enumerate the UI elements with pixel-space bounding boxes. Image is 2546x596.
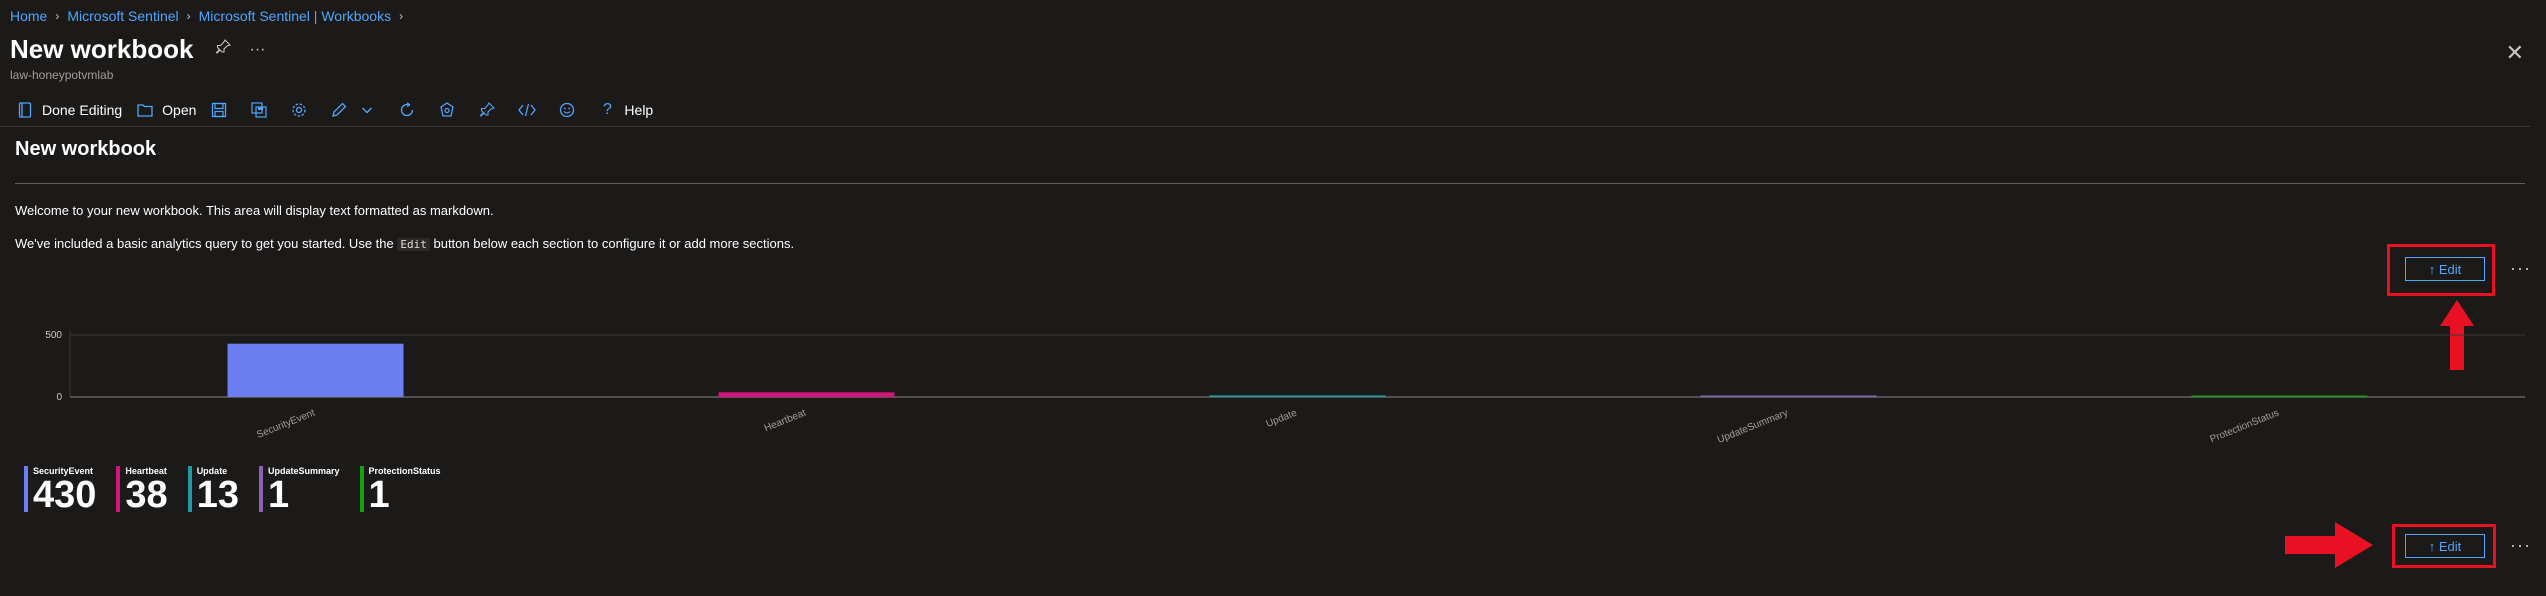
save-as-icon[interactable] <box>250 101 268 119</box>
markdown-line-2-post: button below each section to configure i… <box>433 236 795 251</box>
stat-tiles: SecurityEvent 430 Heartbeat 38 Update 13 Updat… <box>24 466 461 516</box>
help-icon: ? <box>602 101 612 118</box>
share-icon[interactable] <box>438 101 456 119</box>
breadcrumb: Home › Microsoft Sentinel › Microsoft Se… <box>10 8 411 24</box>
chevron-right-icon: › <box>55 9 60 23</box>
pin-icon[interactable] <box>478 101 496 119</box>
page-subtitle: law-honeypotvmlab <box>10 68 114 82</box>
toolbar-divider <box>0 126 2530 127</box>
breadcrumb-home[interactable]: Home <box>10 8 47 24</box>
toolbar: Done Editing Open ? Help <box>16 98 667 122</box>
stat-tile: UpdateSummary 1 <box>258 466 340 516</box>
settings-icon[interactable] <box>290 101 308 119</box>
tile-body: UpdateSummary 1 <box>267 466 340 516</box>
markdown-line-2-pre: We've included a basic analytics query t… <box>15 236 394 251</box>
code-icon[interactable] <box>518 101 537 119</box>
title-row: New workbook ··· <box>10 34 265 65</box>
tile-value: 430 <box>33 474 97 516</box>
tile-color-bar <box>24 466 28 512</box>
stat-tile: SecurityEvent 430 <box>24 466 97 516</box>
edit-icon[interactable] <box>330 101 348 119</box>
more-icon[interactable]: ··· <box>2510 258 2531 279</box>
heading-rule <box>15 183 2525 184</box>
tile-value: 13 <box>196 474 239 516</box>
y-tick-label: 500 <box>45 330 62 341</box>
feedback-icon[interactable] <box>558 101 576 119</box>
tile-value: 38 <box>125 474 168 516</box>
page-title: New workbook <box>10 34 194 64</box>
close-icon[interactable]: ✕ <box>2506 40 2524 66</box>
tile-body: SecurityEvent 430 <box>33 466 97 516</box>
help-label: Help <box>624 102 654 118</box>
x-tick-label: ProtectionStatus <box>2208 408 2280 446</box>
bar-securityevent <box>227 343 404 397</box>
more-icon[interactable]: ··· <box>2510 535 2531 556</box>
tile-body: ProtectionStatus 1 <box>368 466 441 516</box>
tile-value: 1 <box>267 474 290 516</box>
workbook-heading: New workbook <box>15 138 157 160</box>
bar-chart: 0 500 SecurityEvent Heartbeat Update UpdateSu… <box>45 330 2525 446</box>
done-editing-button[interactable]: Done Editing <box>16 101 122 119</box>
bar-heartbeat <box>718 392 895 397</box>
bar-update <box>1209 395 1386 397</box>
chevron-right-icon: › <box>399 9 404 23</box>
y-tick-label: 0 <box>56 392 62 403</box>
red-arrow-right-icon <box>2285 522 2373 568</box>
edit-button-markdown[interactable]: ↑ Edit <box>2405 257 2485 281</box>
stat-tile: ProtectionStatus 1 <box>359 466 441 516</box>
done-editing-icon <box>16 101 34 119</box>
pin-icon[interactable] <box>215 39 232 60</box>
x-tick-label: SecurityEvent <box>255 408 317 441</box>
done-editing-label: Done Editing <box>42 102 123 118</box>
save-icon[interactable] <box>210 101 228 119</box>
tile-body: Heartbeat 38 <box>125 466 168 516</box>
tile-color-bar <box>258 466 263 512</box>
open-label: Open <box>162 102 197 118</box>
bar-updatesummary <box>1700 395 1877 397</box>
chevron-down-icon[interactable] <box>358 101 376 119</box>
refresh-icon[interactable] <box>398 101 416 119</box>
markdown-code-edit: Edit <box>397 238 430 251</box>
tile-body: Update 13 <box>196 466 239 516</box>
tile-color-bar <box>116 466 121 512</box>
open-icon <box>136 101 154 119</box>
open-button[interactable]: Open <box>136 101 196 119</box>
x-tick-label: Heartbeat <box>763 408 808 435</box>
breadcrumb-sentinel[interactable]: Microsoft Sentinel <box>67 8 178 24</box>
x-tick-label: Update <box>1265 407 1299 429</box>
chevron-right-icon: › <box>186 9 191 23</box>
edit-button-query[interactable]: ↑ Edit <box>2405 534 2485 558</box>
stat-tile: Heartbeat 38 <box>116 466 168 516</box>
breadcrumb-workbooks[interactable]: Microsoft Sentinel | Workbooks <box>199 8 391 24</box>
more-icon[interactable]: ··· <box>249 41 265 59</box>
markdown-line-1: Welcome to your new workbook. This area … <box>15 203 494 218</box>
tile-color-bar <box>187 466 192 512</box>
bar-protectionstatus <box>2191 395 2368 397</box>
tile-color-bar <box>359 466 364 512</box>
help-button[interactable]: ? Help <box>598 101 653 119</box>
stat-tile: Update 13 <box>187 466 239 516</box>
x-tick-label: UpdateSummary <box>1716 408 1790 446</box>
tile-value: 1 <box>368 474 390 516</box>
markdown-line-2: We've included a basic analytics query t… <box>15 236 794 251</box>
